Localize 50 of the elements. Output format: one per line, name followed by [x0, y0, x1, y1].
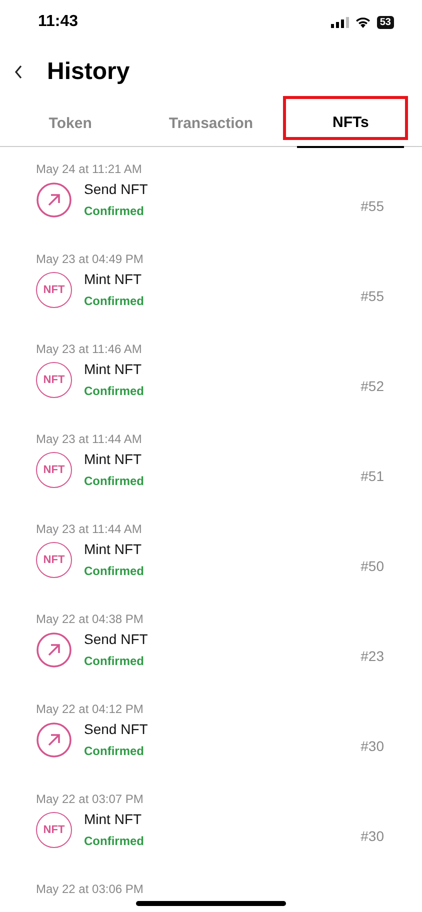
status-label: Confirmed	[84, 384, 145, 398]
date-label: May 23 at 11:44 AM	[36, 521, 143, 537]
nft-icon: NFT	[36, 812, 72, 848]
nft-icon: NFT	[36, 362, 72, 398]
token-id: #30	[360, 828, 384, 844]
transaction-title: Mint NFT	[84, 541, 143, 557]
status-label: Confirmed	[84, 204, 145, 218]
tab[interactable]: Token	[0, 100, 141, 146]
date-label: May 23 at 04:49 PM	[36, 251, 144, 267]
token-id: #52	[360, 378, 384, 394]
status-time: 11:43	[38, 13, 78, 31]
arrow-circle-icon	[36, 722, 72, 758]
transaction-title: Mint NFT	[84, 361, 143, 377]
transaction-title: Mint NFT	[84, 811, 143, 827]
status-label: Confirmed	[84, 744, 145, 758]
wifi-icon	[354, 16, 371, 28]
date-label: May 23 at 11:46 AM	[36, 341, 143, 357]
transaction-title: Mint NFT	[84, 271, 143, 287]
date-label: May 23 at 11:44 AM	[36, 431, 143, 447]
date-label: May 22 at 03:06 PM	[36, 881, 144, 897]
token-id: #55	[360, 198, 384, 214]
transaction-title: Mint NFT	[84, 451, 143, 467]
status-label: Confirmed	[84, 654, 145, 668]
nft-icon: NFT	[36, 272, 72, 308]
date-label: May 22 at 03:07 PM	[36, 791, 144, 807]
token-id: #55	[360, 288, 384, 304]
status-label: Confirmed	[84, 474, 145, 488]
transaction-title: Send NFT	[84, 181, 149, 197]
nft-icon: NFT	[36, 542, 72, 578]
date-label: May 22 at 04:12 PM	[36, 701, 144, 717]
signal-icon	[330, 16, 349, 28]
token-id: #23	[360, 648, 384, 664]
tab[interactable]: Transaction	[140, 100, 282, 146]
transaction-title: Send NFT	[84, 721, 149, 737]
back-icon[interactable]	[14, 65, 23, 79]
nft-icon: NFT	[36, 452, 72, 488]
date-label: May 24 at 11:21 AM	[36, 161, 143, 177]
token-id: #51	[360, 468, 384, 484]
date-label: May 22 at 04:38 PM	[36, 611, 144, 627]
token-id: #50	[360, 558, 384, 574]
arrow-circle-icon	[36, 182, 72, 218]
battery-icon: 53	[376, 16, 394, 28]
status-label: Confirmed	[84, 564, 145, 578]
status-label: Confirmed	[84, 294, 145, 308]
page-title: History	[47, 58, 130, 86]
arrow-circle-icon	[36, 632, 72, 668]
transaction-title: Send NFT	[84, 631, 149, 647]
token-id: #30	[360, 738, 384, 754]
status-label: Confirmed	[84, 834, 145, 848]
tab[interactable]: NFTs	[297, 100, 404, 148]
